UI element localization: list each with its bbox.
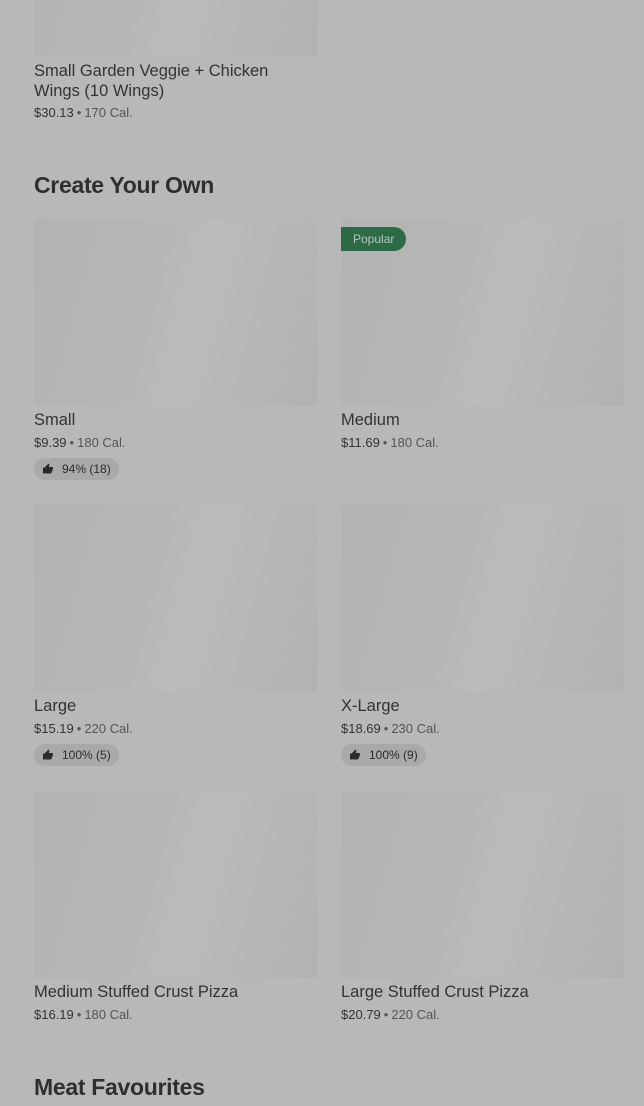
item-name: Large Stuffed Crust Pizza: [341, 983, 529, 1001]
rating-text: 100% (9): [369, 748, 418, 762]
popular-badge: Popular: [341, 227, 407, 251]
separator: •: [383, 721, 389, 736]
item-image[interactable]: [34, 791, 317, 978]
section-title: Meat Favourites: [34, 1074, 205, 1100]
item-meta: $20.79 • 220 Cal.: [341, 1007, 440, 1023]
item-meta: $30.13 • 170 Cal.: [34, 105, 133, 121]
item-calories: 180 Cal.: [77, 435, 126, 450]
rating-badge: 94% (18): [34, 458, 119, 480]
separator: •: [69, 435, 75, 450]
separator: •: [76, 721, 82, 736]
thumbs-up-icon: [43, 749, 53, 760]
rating-badge: 100% (5): [34, 744, 119, 766]
item-meta: $9.39 • 180 Cal.: [34, 435, 126, 451]
item-calories: 230 Cal.: [391, 721, 440, 736]
item-calories: 220 Cal.: [391, 1007, 440, 1022]
item-name: Large: [34, 697, 77, 715]
menu-page: Small Garden Veggie + Chicken Wings (10 …: [0, 0, 644, 1106]
section-title: Create Your Own: [34, 172, 214, 198]
item-meta: $18.69 • 230 Cal.: [341, 721, 440, 737]
item-image[interactable]: [34, 0, 317, 56]
item-meta: $11.69 • 180 Cal.: [341, 435, 439, 451]
item-calories: 180 Cal.: [390, 435, 439, 450]
rating-badge: 100% (9): [341, 744, 426, 766]
item-calories: 220 Cal.: [84, 721, 133, 736]
item-image[interactable]: [341, 505, 624, 692]
rating-text: 94% (18): [62, 462, 111, 476]
thumbs-up-icon: [43, 463, 53, 474]
item-image[interactable]: [34, 505, 317, 692]
item-price: $18.69: [341, 721, 381, 736]
item-name: Medium: [341, 411, 400, 429]
item-price: $9.39: [34, 435, 67, 450]
item-image[interactable]: [34, 219, 317, 406]
separator: •: [76, 1007, 82, 1022]
item-name: Medium Stuffed Crust Pizza: [34, 983, 239, 1001]
item-price: $15.19: [34, 721, 74, 736]
thumbs-up-icon: [350, 749, 360, 760]
separator: •: [76, 105, 82, 120]
separator: •: [382, 435, 388, 450]
item-calories: 180 Cal.: [84, 1007, 133, 1022]
separator: •: [383, 1007, 389, 1022]
item-price: $30.13: [34, 105, 74, 120]
item-price: $20.79: [341, 1007, 381, 1022]
item-name: Small: [34, 411, 76, 429]
item-calories: 170 Cal.: [84, 105, 133, 120]
item-price: $11.69: [341, 435, 380, 450]
item-name: Small Garden Veggie + Chicken Wings (10 …: [34, 62, 269, 100]
item-price: $16.19: [34, 1007, 74, 1022]
item-meta: $16.19 • 180 Cal.: [34, 1007, 133, 1023]
item-image[interactable]: [341, 791, 624, 978]
item-name: X-Large: [341, 697, 400, 715]
item-meta: $15.19 • 220 Cal.: [34, 721, 133, 737]
rating-text: 100% (5): [62, 748, 111, 762]
